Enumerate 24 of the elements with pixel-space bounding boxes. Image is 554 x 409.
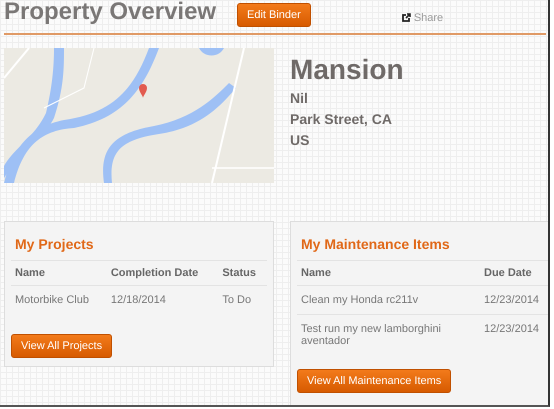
address-line: Nil <box>290 90 309 106</box>
share-link[interactable]: Share <box>400 12 444 24</box>
column-header: Name <box>11 260 107 286</box>
table-cell: 12/23/2014 <box>480 314 548 355</box>
column-header: Due Date <box>480 260 548 286</box>
card-title: My Projects <box>15 236 95 252</box>
column-header: Status <box>218 260 267 286</box>
table-cell: 12/18/2014 <box>106 286 218 320</box>
table-cell: Clean my Honda rc211v <box>297 286 480 314</box>
column-header: Name <box>297 260 480 286</box>
table-cell: To Do <box>218 286 267 320</box>
page-title: Property Overview <box>4 0 218 26</box>
table-cell: 12/23/2014 <box>480 286 548 314</box>
table-cell: Motorbike Club <box>11 286 107 320</box>
edit-binder-button[interactable]: Edit Binder <box>237 2 311 26</box>
view-all-projects-button[interactable]: View All Projects <box>11 334 112 358</box>
share-icon <box>400 13 411 23</box>
address-line: Park Street, CA <box>290 111 393 127</box>
property-name: Mansion <box>290 54 404 86</box>
table-cell: Test run my new lamborghini aventador <box>297 314 480 355</box>
view-all-maintenance-button[interactable]: View All Maintenance Items <box>297 369 452 393</box>
address-line: US <box>290 132 310 148</box>
column-header: Completion Date <box>106 260 218 286</box>
card-title: My Maintenance Items <box>301 236 451 252</box>
